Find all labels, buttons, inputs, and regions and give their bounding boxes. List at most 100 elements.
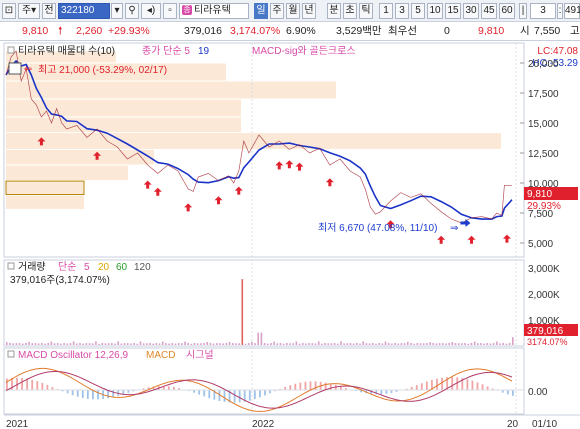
price-change: 2,260 <box>76 25 103 37</box>
volume-bar <box>6 342 8 345</box>
volume-bar <box>270 343 272 345</box>
volume-bar <box>311 343 314 345</box>
volume-bar <box>336 343 339 345</box>
volume-bar <box>104 343 107 345</box>
price-tag-value: 9,810 <box>527 189 552 200</box>
volume-profile-bar <box>6 99 241 117</box>
volume-bar <box>225 342 228 345</box>
minute-45-button[interactable]: 45 <box>481 3 497 19</box>
volume-bar <box>483 343 485 345</box>
macd-histogram-bar <box>167 386 170 390</box>
volume-bar <box>101 342 104 345</box>
macd-histogram-bar <box>425 381 428 390</box>
minute-60-button[interactable]: 60 <box>499 3 515 19</box>
volume-bar <box>238 343 240 345</box>
macd-histogram-bar <box>486 386 489 390</box>
calendar-icon[interactable] <box>8 62 22 75</box>
x-label-date: 01/10 <box>532 419 557 429</box>
volume-bar <box>298 343 301 345</box>
search-icon[interactable]: ⚲ <box>125 3 139 19</box>
volume-profile-bar <box>6 149 154 165</box>
volume-bar <box>266 343 269 345</box>
macd-histogram-bar <box>506 390 509 395</box>
count-spinner[interactable]: : <box>557 3 563 19</box>
volume-bar <box>435 343 438 345</box>
legend-ma2: 19 <box>198 46 210 57</box>
macd-histogram-bar <box>289 385 292 390</box>
volume-bar <box>508 342 511 345</box>
volume-bar <box>356 342 358 345</box>
macd-histogram-bar <box>6 378 8 390</box>
period-second-button[interactable]: 초 <box>343 3 357 19</box>
minute-15-button[interactable]: 15 <box>445 3 461 19</box>
volume-bar <box>257 332 260 345</box>
minute-5-button[interactable]: 5 <box>411 3 425 19</box>
macd-histogram-bar <box>385 390 388 394</box>
volume-bar <box>235 343 237 345</box>
window-menu-icon[interactable]: ⊡ <box>2 3 16 19</box>
volume-bar <box>177 343 180 345</box>
volume-bar <box>66 343 69 345</box>
stock-code-input[interactable]: 322180 <box>58 3 110 19</box>
period-year-button[interactable]: 년 <box>302 3 316 19</box>
price-axis-label: 15,000 <box>528 119 559 130</box>
volume-bar <box>142 343 145 345</box>
mode-jeon-button[interactable]: 전 <box>42 3 56 19</box>
volume-bar <box>254 343 256 345</box>
sound-icon[interactable]: ◂) <box>141 3 161 19</box>
volume-bar <box>146 343 148 345</box>
count-input[interactable]: 3 <box>530 3 556 19</box>
price-change-pct: +29.93% <box>108 25 150 37</box>
macd-legend-macd: MACD <box>146 350 175 361</box>
period-month-button[interactable]: 월 <box>286 3 300 19</box>
period-day-button[interactable]: 일 <box>254 3 268 19</box>
volume-value: 379,016 <box>184 25 222 37</box>
volume-bar <box>228 342 231 345</box>
volume-bar <box>457 343 460 345</box>
volume-bar <box>231 343 234 345</box>
volume-bar <box>464 342 466 345</box>
volume-bar <box>193 342 196 345</box>
volume-bar <box>34 343 37 345</box>
code-dropdown-icon[interactable]: ▾ <box>111 3 123 19</box>
stock-chart[interactable]: 티라유텍 매물대 수(10) 종가 단순 5 19 MACD-sig와 골든크로… <box>0 41 580 429</box>
lock-icon[interactable]: ▫ <box>163 3 177 19</box>
volume-bar <box>273 341 275 345</box>
volume-ma-120: 120 <box>134 262 151 273</box>
volume-bar <box>416 343 419 345</box>
volume-bar <box>98 343 100 345</box>
minute-1-button[interactable]: 1 <box>379 3 393 19</box>
period-minute-button[interactable]: 분 <box>327 3 341 19</box>
volume-bar <box>241 279 244 345</box>
right-value-field[interactable]: 491 <box>564 3 580 19</box>
chart-area[interactable]: 티라유텍 매물대 수(10) 종가 단순 5 19 MACD-sig와 골든크로… <box>0 41 580 429</box>
volume-bar <box>133 342 135 345</box>
volume-bar <box>174 343 177 345</box>
volume-legend-box-icon <box>7 262 15 270</box>
volume-bar <box>406 341 409 345</box>
volume-bar <box>21 343 24 345</box>
volume-bar <box>206 341 209 345</box>
minute-30-button[interactable]: 30 <box>463 3 479 19</box>
volume-bar <box>41 342 43 345</box>
macd-histogram-bar <box>203 390 206 397</box>
volume-bar <box>9 342 11 345</box>
period-tick-button[interactable]: 틱 <box>359 3 373 19</box>
minute-3-button[interactable]: 3 <box>395 3 409 19</box>
volume-bar <box>18 343 21 345</box>
volume-bar <box>107 343 110 345</box>
volume-bar <box>375 343 377 345</box>
macd-histogram-bar <box>248 390 251 401</box>
mode-select[interactable]: 주▾ <box>18 3 40 19</box>
volume-bar <box>295 341 298 345</box>
volume-bar <box>365 343 368 345</box>
volume-bar <box>161 341 164 345</box>
volume-bar <box>181 343 183 345</box>
period-week-button[interactable]: 주 <box>270 3 284 19</box>
legend-macd-signal: MACD-sig와 골든크로스 <box>252 45 356 57</box>
price-tag-pct: 29.93% <box>527 201 561 212</box>
scroll-left-icon[interactable]: | <box>519 3 527 19</box>
minute-10-button[interactable]: 10 <box>427 3 443 19</box>
stock-name-field[interactable]: 종 티라유텍 <box>179 3 249 19</box>
legend-main: 티라유텍 매물대 수(10) <box>18 45 115 57</box>
